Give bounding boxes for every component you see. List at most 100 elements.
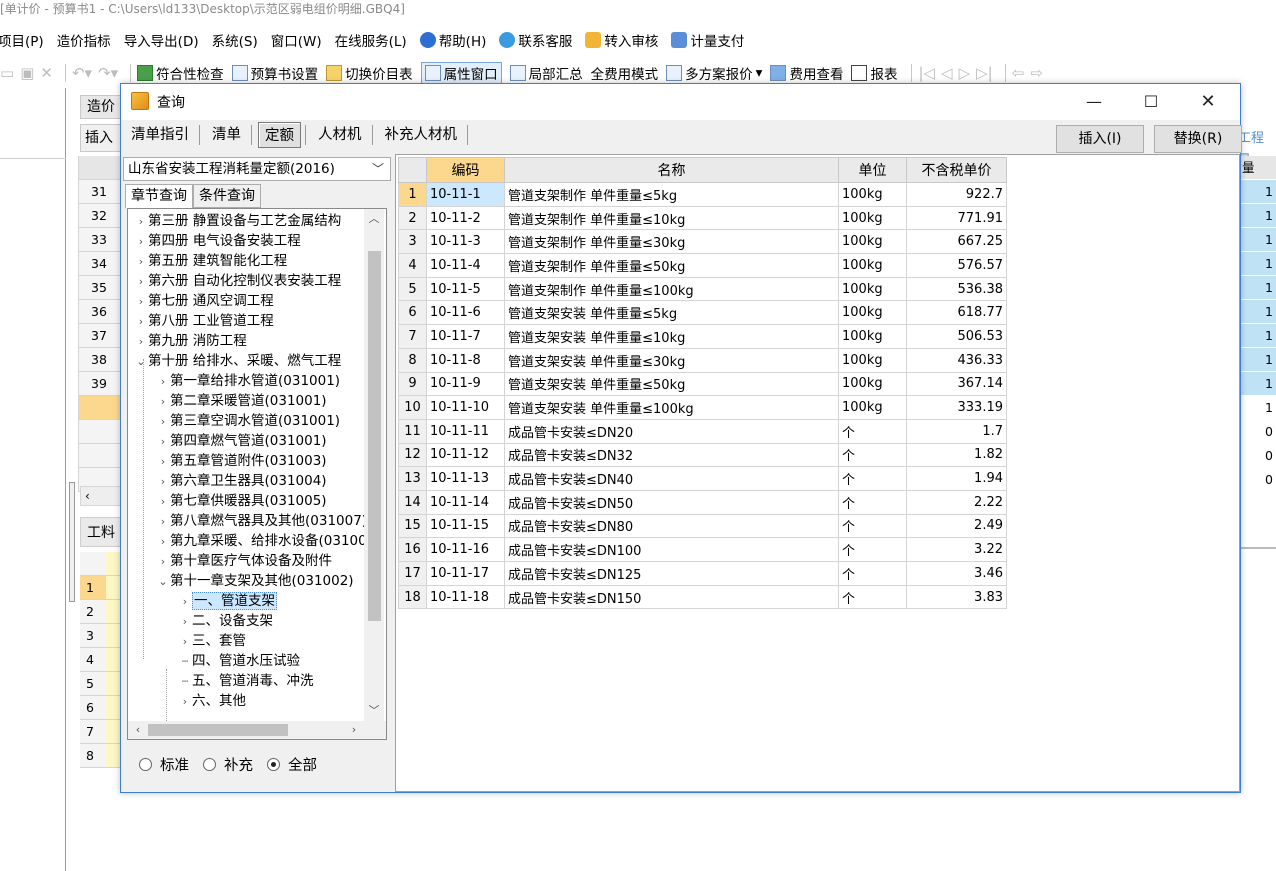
expand-chevron-icon[interactable]: › xyxy=(178,632,192,652)
clipboard-icon[interactable]: ▣ xyxy=(20,64,34,82)
name-cell[interactable]: 成品管卡安装≤DN50 xyxy=(504,489,839,515)
expand-chevron-icon[interactable]: › xyxy=(156,432,170,452)
price-cell[interactable]: 922.7 xyxy=(906,182,1007,207)
tree-node[interactable]: › 第六册 自动化控制仪表安装工程 xyxy=(134,271,342,291)
tree-node[interactable]: › 第七册 通风空调工程 xyxy=(134,291,274,311)
expand-chevron-icon[interactable]: › xyxy=(178,612,192,632)
row-number-cell[interactable]: 13 xyxy=(398,466,427,491)
menu-system[interactable]: 系统(S) xyxy=(212,30,258,50)
table-row[interactable]: 15 10-11-15 成品管卡安装≤DN80 个 2.49 xyxy=(398,513,1007,539)
code-cell[interactable]: 10-11-13 xyxy=(426,466,505,491)
chapter-tree[interactable]: › 第三册 静置设备与工艺金属结构 › 第四册 电气设备安装工程 › 第五册 建筑智能化工… xyxy=(127,208,387,740)
tab-quota[interactable]: 定额 xyxy=(258,122,301,148)
code-cell[interactable]: 10-11-15 xyxy=(426,513,505,539)
bg-quantity-cell[interactable]: 0 xyxy=(1240,444,1276,468)
name-cell[interactable]: 管道支架安装 单件重量≤10kg xyxy=(504,324,839,349)
unit-cell[interactable]: 个 xyxy=(838,513,907,539)
header-name[interactable]: 名称 xyxy=(504,157,839,183)
tree-node[interactable]: ⌄ 第十一章支架及其他(031002) xyxy=(156,571,353,592)
unit-cell[interactable]: 100kg xyxy=(838,253,907,278)
code-cell[interactable]: 10-11-5 xyxy=(426,276,505,302)
expand-chevron-icon[interactable]: › xyxy=(156,512,170,532)
expand-chevron-icon[interactable]: › xyxy=(134,232,148,252)
scroll-right-icon[interactable]: › xyxy=(346,721,362,739)
name-cell[interactable]: 成品管卡安装≤DN150 xyxy=(504,584,839,610)
row-number-cell[interactable]: 11 xyxy=(398,418,427,444)
table-row[interactable]: 6 10-11-6 管道支架安装 单件重量≤5kg 100kg 618.77 xyxy=(398,300,1007,326)
maximize-button[interactable]: ☐ xyxy=(1128,84,1174,120)
last-page-icon[interactable]: ▷| xyxy=(976,64,993,82)
unit-cell[interactable]: 个 xyxy=(838,466,907,491)
unit-cell[interactable]: 个 xyxy=(838,561,907,586)
table-row[interactable]: 2 10-11-2 管道支架制作 单件重量≤10kg 100kg 771.91 xyxy=(398,205,1007,231)
tree-node[interactable]: › 第九章采暖、给排水设备(031006) xyxy=(156,531,381,551)
tree-node[interactable]: › 第九册 消防工程 xyxy=(134,331,247,351)
bg-quantity-cell[interactable]: 1 xyxy=(1240,300,1276,324)
prev-page-icon[interactable]: ◁ xyxy=(941,64,953,82)
tree-vertical-scroll-thumb[interactable] xyxy=(368,251,381,621)
table-row[interactable]: 16 10-11-16 成品管卡安装≤DN100 个 3.22 xyxy=(398,537,1007,562)
price-cell[interactable]: 576.57 xyxy=(906,253,1007,278)
unit-cell[interactable]: 个 xyxy=(838,418,907,444)
price-cell[interactable]: 333.19 xyxy=(906,395,1007,420)
bg-quantity-cell[interactable]: 1 xyxy=(1240,276,1276,300)
unit-cell[interactable]: 100kg xyxy=(838,395,907,420)
table-row[interactable]: 12 10-11-12 成品管卡安装≤DN32 个 1.82 xyxy=(398,442,1007,468)
row-number-cell[interactable]: 15 xyxy=(398,513,427,539)
menu-help[interactable]: 帮助(H) xyxy=(419,30,486,50)
name-cell[interactable]: 成品管卡安装≤DN125 xyxy=(504,561,839,586)
code-cell[interactable]: 10-11-14 xyxy=(426,489,505,515)
bg-tab-cost[interactable]: 造价 xyxy=(80,95,122,119)
expand-chevron-icon[interactable]: › xyxy=(156,552,170,572)
bg-lower-tab[interactable]: 工料机 xyxy=(80,517,122,571)
tab-chapter-search[interactable]: 章节查询 xyxy=(125,184,193,209)
code-cell[interactable]: 10-11-4 xyxy=(426,253,505,278)
bg-quantity-cell[interactable]: 0 xyxy=(1240,420,1276,444)
switch-price-list-button[interactable]: 切换价目表 xyxy=(326,63,413,83)
expand-chevron-icon[interactable]: › xyxy=(178,592,192,612)
radio-all[interactable]: 全部 xyxy=(267,754,317,775)
name-cell[interactable]: 管道支架制作 单件重量≤100kg xyxy=(504,276,839,302)
table-row[interactable]: 14 10-11-14 成品管卡安装≤DN50 个 2.22 xyxy=(398,489,1007,515)
price-cell[interactable]: 1.94 xyxy=(906,466,1007,491)
price-cell[interactable]: 2.22 xyxy=(906,489,1007,515)
expand-chevron-icon[interactable]: › xyxy=(134,212,148,232)
unit-cell[interactable]: 100kg xyxy=(838,229,907,255)
expand-chevron-icon[interactable]: › xyxy=(156,472,170,492)
radio-supplementary-dot[interactable] xyxy=(203,757,216,771)
unit-cell[interactable]: 个 xyxy=(838,584,907,610)
tree-node[interactable]: ┄ 五、管道消毒、冲洗 xyxy=(178,671,314,691)
table-row[interactable]: 13 10-11-13 成品管卡安装≤DN40 个 1.94 xyxy=(398,466,1007,491)
row-number-cell[interactable]: 16 xyxy=(398,537,427,562)
bg-quantity-cell[interactable]: 1 xyxy=(1240,228,1276,252)
bg-lower-row[interactable]: 6 xyxy=(80,696,122,720)
table-row[interactable]: 4 10-11-4 管道支架制作 单件重量≤50kg 100kg 576.57 xyxy=(398,253,1007,278)
bg-insert-button[interactable]: 插入 xyxy=(80,124,122,152)
code-cell[interactable]: 10-11-10 xyxy=(426,395,505,420)
tree-node[interactable]: › 第二章采暖管道(031001) xyxy=(156,391,327,411)
tree-node[interactable]: › 第十章医疗气体设备及附件 xyxy=(156,551,332,571)
expand-chevron-icon[interactable]: › xyxy=(134,252,148,272)
row-number-cell[interactable]: 4 xyxy=(398,253,427,278)
name-cell[interactable]: 管道支架制作 单件重量≤5kg xyxy=(504,182,839,207)
menu-project[interactable]: 项目(P) xyxy=(0,30,44,50)
tab-bill-guide[interactable]: 清单指引 xyxy=(125,122,195,148)
arrow-left-icon[interactable]: ⇦ xyxy=(1012,64,1025,82)
collapse-chevron-icon[interactable]: ⌄ xyxy=(156,572,170,592)
first-page-icon[interactable]: |◁ xyxy=(918,64,935,82)
name-cell[interactable]: 管道支架安装 单件重量≤50kg xyxy=(504,371,839,397)
table-row[interactable]: 1 10-11-1 管道支架制作 单件重量≤5kg 100kg 922.7 xyxy=(398,182,1007,207)
unit-cell[interactable]: 个 xyxy=(838,489,907,515)
bg-quantity-cell[interactable]: 1 xyxy=(1240,204,1276,228)
scroll-left-icon[interactable]: ‹ xyxy=(130,721,146,739)
bg-row-number[interactable]: 34 xyxy=(78,252,122,276)
tree-horizontal-scrollbar[interactable]: ‹ › xyxy=(128,721,386,739)
bg-row-number[interactable]: 37 xyxy=(78,324,122,348)
row-number-cell[interactable]: 17 xyxy=(398,561,427,586)
unit-cell[interactable]: 100kg xyxy=(838,371,907,397)
tree-node[interactable]: › 第四章燃气管道(031001) xyxy=(156,431,327,451)
multi-plan-quote-button[interactable]: 多方案报价 ▾ xyxy=(666,63,762,83)
full-cost-mode-button[interactable]: 全费用模式 xyxy=(591,63,659,83)
table-row[interactable]: 7 10-11-7 管道支架安装 单件重量≤10kg 100kg 506.53 xyxy=(398,324,1007,349)
code-cell[interactable]: 10-11-11 xyxy=(426,418,505,444)
